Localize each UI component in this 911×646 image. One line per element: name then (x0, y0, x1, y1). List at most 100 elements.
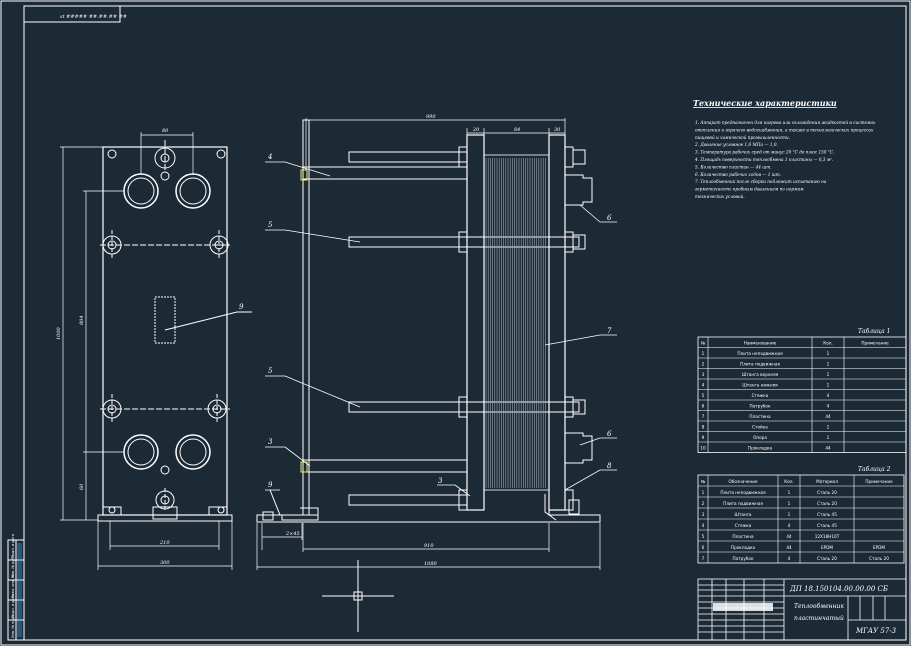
tech-requirements: 1. Аппарат предназначен для нагрева или … (694, 120, 876, 199)
table-cell: 3 (702, 512, 705, 517)
table-cell: 4 (827, 393, 830, 398)
table-cell: 7 (702, 556, 705, 561)
tech-line: технических условий. (695, 194, 745, 199)
table-header-cell: Примечание (861, 341, 889, 346)
table-cell: Штанга (735, 512, 752, 517)
table-cell: 1 (702, 490, 705, 495)
table-cell: Сталь 20 (817, 501, 837, 506)
table-cell: 1 (827, 351, 830, 356)
table-cell: 9 (702, 435, 705, 440)
dim-front-height: 1000 (56, 326, 62, 340)
table-cell: 1 (788, 490, 791, 495)
table-cell: Опора (753, 435, 767, 440)
table-cell: 12Х18Н10Т (815, 534, 840, 539)
dim-side-a: 20 (472, 127, 480, 133)
title-name-1: Теплообменник (794, 603, 844, 610)
table-cell: 7 (702, 414, 705, 419)
side-label-6b: 6 (607, 430, 612, 438)
table-cell: 5 (702, 393, 705, 398)
frame-stamp: st ##### ##.##.## ## (60, 14, 127, 20)
svg-text:Подп. и дата: Подп. и дата (11, 534, 15, 558)
tech-line: 5. Количество пластин — 44 шт. (695, 164, 772, 169)
table-cell: 44 (786, 534, 792, 539)
table-cell: 4 (827, 404, 830, 409)
table-cell: Плита неподвижная (737, 351, 783, 356)
table-cell: 1 (702, 351, 705, 356)
tech-line: 7. Теплообменник после сборки подлежит и… (695, 179, 827, 184)
table-cell: 1 (788, 512, 791, 517)
dim-side-c: 30 (554, 127, 561, 133)
tech-line: 6. Количество рабочих ходов — 1 шт. (695, 172, 781, 177)
table-cell: 1 (827, 383, 830, 388)
dim-front-top: 80 (162, 128, 169, 134)
table-cell: 6 (702, 404, 705, 409)
table-cell: Стойка (752, 425, 768, 430)
tech-line: 1. Аппарат предназначен для нагрева или … (695, 120, 876, 125)
table-cell: 1 (827, 435, 830, 440)
dim-side-foot: 2×45 (285, 531, 300, 537)
table-cell: Пластина (732, 534, 754, 539)
title-org: МГАУ 57-3 (855, 627, 897, 635)
tech-heading: Технические характеристики (693, 98, 837, 108)
table-cell: 4 (788, 556, 791, 561)
table-cell: Сталь 45 (817, 512, 837, 517)
table-cell: Прокладка (731, 545, 756, 550)
table-header-cell: Кол. (823, 341, 833, 346)
origin-crosshair (322, 560, 394, 632)
table-cell: Сталь 20 (869, 556, 889, 561)
table-cell: Стяжка (735, 523, 752, 528)
table-cell: 4 (788, 523, 791, 528)
dim-front-lower: 60 (79, 483, 85, 490)
table-2: № Обозначение Кол. Материал Примечание 1 Плита… (697, 474, 905, 564)
table-cell: 4 (702, 383, 705, 388)
table-cell: 5 (702, 534, 705, 539)
side-label-6a: 6 (607, 214, 612, 222)
side-view (256, 119, 601, 523)
table-cell: 1 (827, 425, 830, 430)
front-leader-9: 9 (239, 303, 244, 311)
table-cell: 1 (788, 501, 791, 506)
tech-line: 3. Температура рабочих сред от минус 20 … (695, 150, 834, 155)
table-cell: Плита подвижная (723, 501, 763, 506)
table-cell: Сталь 45 (817, 523, 837, 528)
side-label-9: 9 (268, 481, 273, 489)
side-label-5b: 5 (268, 367, 273, 375)
table-header-cell: Кол. (784, 479, 794, 484)
table-cell: 1 (827, 362, 830, 367)
dim-side-overall: 990 (426, 114, 436, 120)
table-cell: 8 (702, 425, 705, 430)
table-cell: Сталь 20 (817, 556, 837, 561)
table-cell: Плита неподвижная (720, 490, 766, 495)
side-label-5a: 5 (268, 221, 273, 229)
side-leaders (265, 161, 617, 497)
side-label-7: 7 (607, 327, 612, 335)
dim-side-bottom-outer: 1080 (424, 561, 438, 567)
side-stamp-texts: Инв. № подл. Подп. и дата Взам. инв. № И… (11, 534, 15, 638)
title-block-names (713, 603, 773, 611)
table-cell: Штанга верхняя (742, 372, 779, 377)
drawing-canvas: st ##### ##.##.## ## 9 80 1000 804 60 21… (0, 0, 911, 646)
table-cell: Плита подвижная (740, 362, 780, 367)
table2-title: Таблица 2 (858, 466, 891, 473)
tech-line: герметичность пробным давлением по норма… (695, 187, 804, 192)
side-label-8: 8 (607, 462, 612, 470)
dim-side-bottom-inner: 910 (424, 543, 434, 549)
table-cell: Патрубок (750, 404, 771, 409)
title-name-2: пластинчатый (794, 615, 844, 622)
tech-line: отопления и горячего водоснабжения, а та… (695, 127, 874, 132)
table-cell: 10 (700, 446, 706, 451)
table-cell: 6 (702, 545, 705, 550)
table1-title: Таблица 1 (858, 328, 890, 335)
table-cell: Сталь 20 (817, 490, 837, 495)
plate-pack (483, 154, 550, 491)
tech-line: 2. Давление условное 1,6 МПа — 1,0. (694, 142, 778, 147)
table-cell: 4 (702, 523, 705, 528)
table-cell: 44 (825, 414, 831, 419)
table-cell: 2 (702, 362, 705, 367)
table-cell: 2 (702, 501, 705, 506)
table-cell: EPDM (873, 545, 885, 550)
dim-front-width-outer: 300 (160, 560, 170, 566)
table-cell: 44 (825, 446, 831, 451)
table-header-cell: Наименование (744, 341, 777, 346)
table-cell: 3 (702, 372, 705, 377)
